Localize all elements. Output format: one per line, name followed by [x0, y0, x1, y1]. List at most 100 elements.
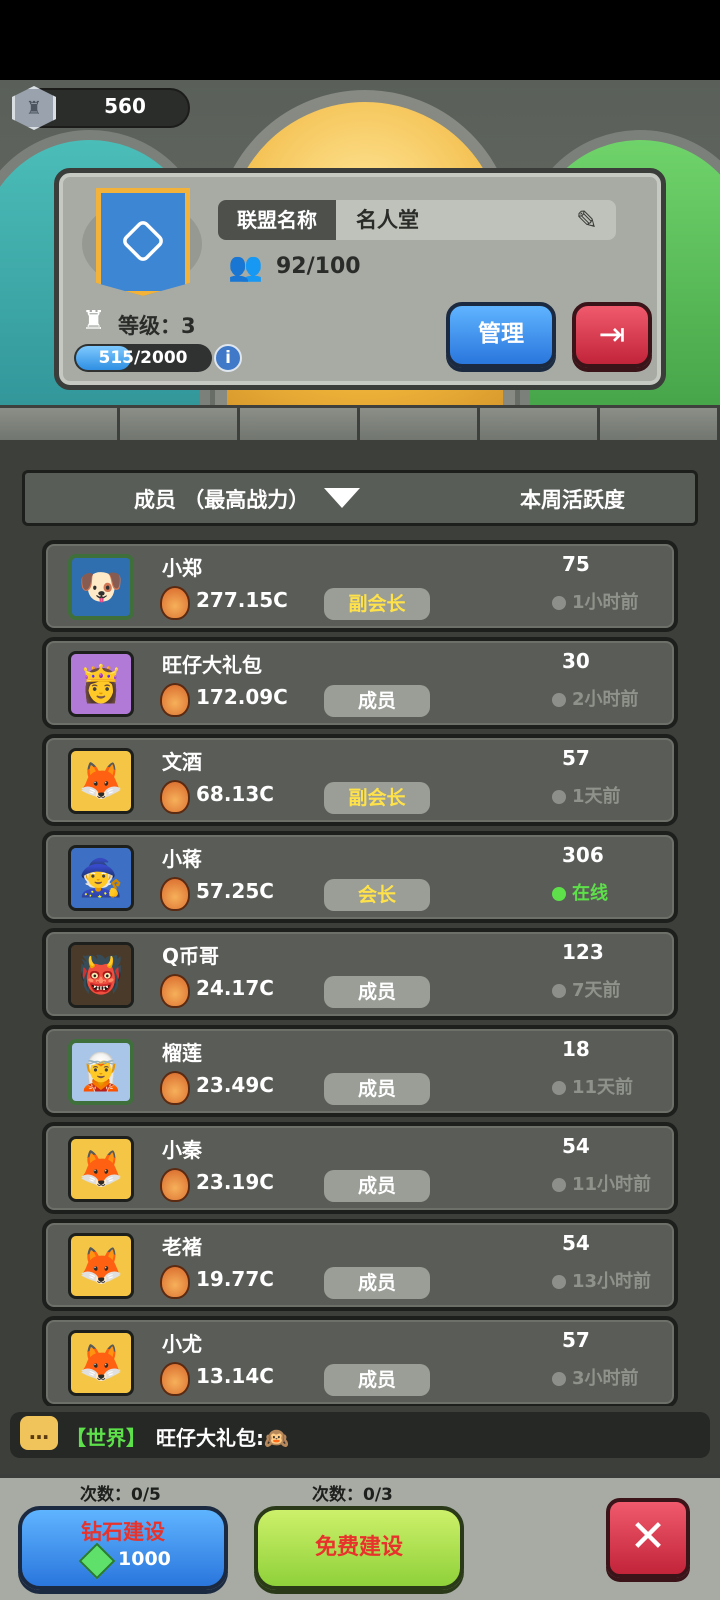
- alliance-level: 等级：3: [118, 314, 196, 338]
- member-row[interactable]: 🦊 文酒 68.13C 副会长 57 1天前: [42, 734, 678, 826]
- member-last-seen: 11天前: [572, 1077, 634, 1098]
- member-count: 92/100: [276, 254, 361, 279]
- member-name: 榴莲: [162, 1041, 202, 1065]
- chat-channel: 【世界】: [66, 1426, 146, 1450]
- member-list[interactable]: 🐶 小郑 277.15C 副会长 75 1小时前 👸 旺仔大礼包 172.09C…: [0, 540, 720, 1406]
- chat-message: 旺仔大礼包:🙉: [156, 1426, 289, 1450]
- member-name: 小蒋: [162, 847, 202, 871]
- member-name: 小郑: [162, 556, 202, 580]
- member-name: 小尤: [162, 1332, 202, 1356]
- member-avatar[interactable]: 🦊: [68, 748, 134, 814]
- member-avatar[interactable]: 🧝: [68, 1039, 134, 1105]
- rank-value: 560: [104, 94, 146, 118]
- member-activity: 57: [562, 746, 590, 770]
- power-flame-icon: [160, 780, 190, 814]
- status-dot-icon: [552, 1178, 566, 1192]
- member-activity: 123: [562, 940, 604, 964]
- member-name: Q币哥: [162, 944, 220, 968]
- member-role-badge: 成员: [324, 685, 430, 717]
- member-row[interactable]: 👹 Q币哥 24.17C 成员 123 7天前: [42, 928, 678, 1020]
- member-row[interactable]: 🦊 小尤 13.14C 成员 57 3小时前: [42, 1316, 678, 1406]
- close-button[interactable]: ✕: [606, 1498, 690, 1578]
- manage-button[interactable]: 管理: [446, 302, 556, 368]
- pencil-icon[interactable]: ✎: [576, 206, 598, 236]
- member-row[interactable]: 🧝 榴莲 23.49C 成员 18 11天前: [42, 1025, 678, 1117]
- sort-dropdown-icon[interactable]: [324, 488, 360, 508]
- member-activity: 306: [562, 843, 604, 867]
- member-name: 小秦: [162, 1138, 202, 1162]
- avatar-image: 🦊: [71, 1139, 131, 1199]
- status-dot-icon: [552, 887, 566, 901]
- member-role-badge: 会长: [324, 879, 430, 911]
- member-power: 68.13C: [196, 782, 274, 806]
- alliance-name: 名人堂: [356, 208, 419, 232]
- member-activity: 18: [562, 1037, 590, 1061]
- member-activity: 57: [562, 1328, 590, 1352]
- member-avatar[interactable]: 🧙: [68, 845, 134, 911]
- member-avatar[interactable]: 🦊: [68, 1330, 134, 1396]
- alliance-name-label: 联盟名称: [218, 200, 336, 240]
- member-power: 24.17C: [196, 976, 274, 1000]
- castle-level-icon: ♜: [82, 306, 106, 336]
- power-flame-icon: [160, 877, 190, 911]
- member-avatar[interactable]: 🐶: [68, 554, 134, 620]
- member-power: 277.15C: [196, 588, 288, 612]
- member-avatar[interactable]: 👸: [68, 651, 134, 717]
- member-power: 19.77C: [196, 1267, 274, 1291]
- member-role-badge: 成员: [324, 1073, 430, 1105]
- member-last-seen: 11小时前: [572, 1174, 652, 1195]
- free-build-button[interactable]: 免费建设: [254, 1506, 464, 1590]
- diamond-build-label: 钻石建设: [81, 1520, 165, 1544]
- member-name: 文酒: [162, 750, 202, 774]
- member-row[interactable]: 🧙 小蒋 57.25C 会长 306 在线: [42, 831, 678, 923]
- exit-alliance-button[interactable]: ⇥: [572, 302, 652, 368]
- info-icon[interactable]: i: [214, 344, 242, 372]
- member-last-seen: 1小时前: [572, 592, 639, 613]
- avatar-image: 🐶: [72, 558, 130, 616]
- member-role-badge: 成员: [324, 976, 430, 1008]
- member-last-seen: 3小时前: [572, 1368, 639, 1389]
- member-role-badge: 副会长: [324, 588, 430, 620]
- member-last-seen: 1天前: [572, 786, 621, 807]
- power-flame-icon: [160, 1071, 190, 1105]
- diamond-build-cost: 1000: [118, 1548, 171, 1570]
- member-power: 13.14C: [196, 1364, 274, 1388]
- power-flame-icon: [160, 1362, 190, 1396]
- member-power: 172.09C: [196, 685, 288, 709]
- status-dot-icon: [552, 790, 566, 804]
- weekly-activity-label: 本周活跃度: [520, 488, 625, 512]
- member-role-badge: 成员: [324, 1170, 430, 1202]
- member-activity: 75: [562, 552, 590, 576]
- avatar-image: 🦊: [71, 1236, 131, 1296]
- member-last-seen: 7天前: [572, 980, 621, 1001]
- member-power: 23.19C: [196, 1170, 274, 1194]
- member-name: 旺仔大礼包: [162, 653, 262, 677]
- member-name: 老褚: [162, 1235, 202, 1259]
- diamond-build-count: 次数：0/5: [80, 1485, 161, 1505]
- member-role-badge: 成员: [324, 1267, 430, 1299]
- member-last-seen: 13小时前: [572, 1271, 652, 1292]
- member-row[interactable]: 🦊 小秦 23.19C 成员 54 11小时前: [42, 1122, 678, 1214]
- sort-by-power-label[interactable]: 成员 （最高战力）: [134, 484, 309, 514]
- member-row[interactable]: 🐶 小郑 277.15C 副会长 75 1小时前: [42, 540, 678, 632]
- status-dot-icon: [552, 596, 566, 610]
- member-row[interactable]: 👸 旺仔大礼包 172.09C 成员 30 2小时前: [42, 637, 678, 729]
- xp-text: 515/2000: [98, 348, 188, 368]
- member-last-seen: 2小时前: [572, 689, 639, 710]
- power-flame-icon: [160, 683, 190, 717]
- member-avatar[interactable]: 👹: [68, 942, 134, 1008]
- chat-bubble-icon[interactable]: …: [20, 1416, 58, 1450]
- power-flame-icon: [160, 974, 190, 1008]
- member-power: 23.49C: [196, 1073, 274, 1097]
- member-power: 57.25C: [196, 879, 274, 903]
- status-bar-area: [0, 0, 720, 80]
- member-activity: 30: [562, 649, 590, 673]
- member-avatar[interactable]: 🦊: [68, 1233, 134, 1299]
- member-last-seen: 在线: [572, 883, 608, 904]
- status-dot-icon: [552, 1372, 566, 1386]
- member-activity: 54: [562, 1134, 590, 1158]
- member-avatar[interactable]: 🦊: [68, 1136, 134, 1202]
- member-activity: 54: [562, 1231, 590, 1255]
- avatar-image: 🧝: [72, 1043, 130, 1101]
- member-row[interactable]: 🦊 老褚 19.77C 成员 54 13小时前: [42, 1219, 678, 1311]
